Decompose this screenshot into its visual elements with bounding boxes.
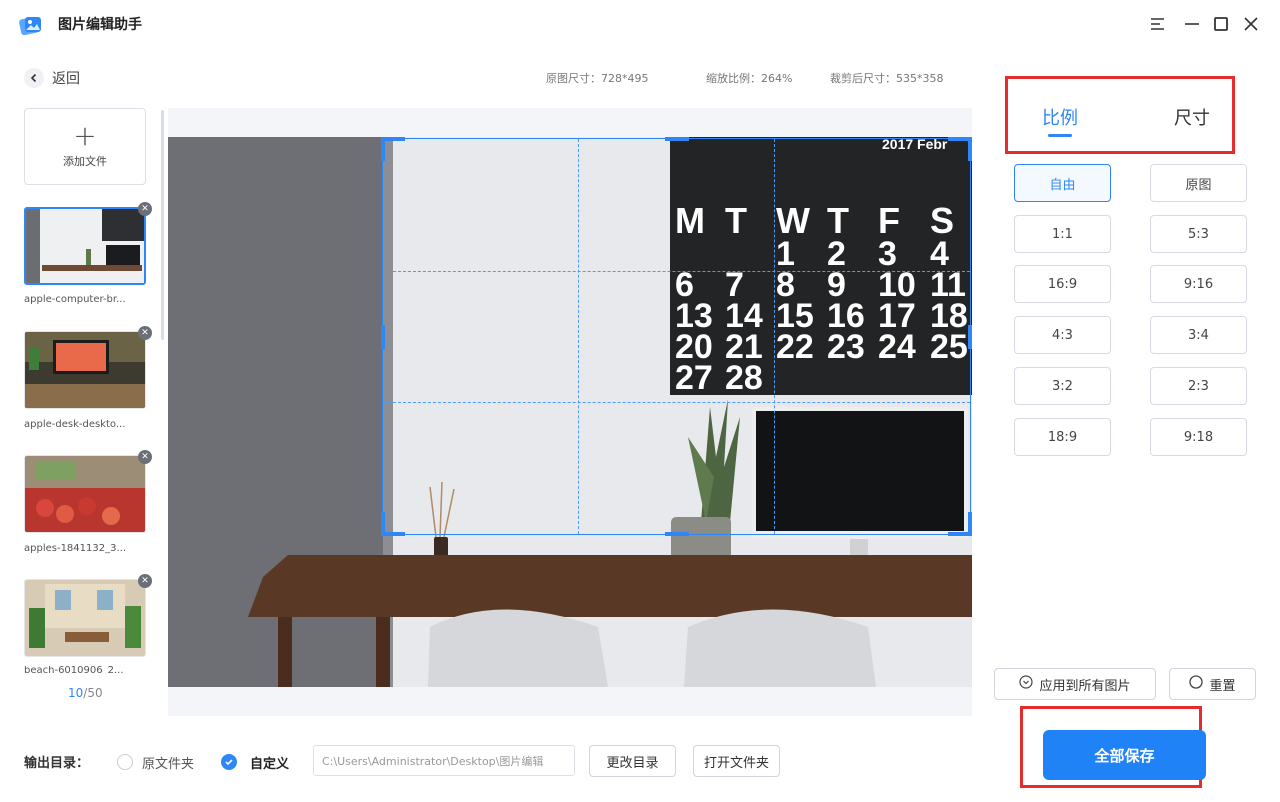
file-pager: 10/50 (68, 686, 103, 700)
file-thumbnail[interactable] (24, 331, 146, 409)
crop-handle-top-left[interactable] (381, 137, 385, 161)
title-bar: 图片编辑助手 (0, 0, 1280, 52)
save-all-button[interactable]: 全部保存 (1043, 730, 1206, 780)
ratio-option[interactable]: 原图 (1150, 164, 1247, 202)
ratio-option[interactable]: 9:16 (1150, 265, 1247, 303)
crop-handle-top-right[interactable] (968, 137, 972, 161)
original-size-text: 原图尺寸：728*495 (546, 72, 649, 85)
minimize-icon[interactable] (1178, 10, 1206, 38)
ratio-option[interactable]: 9:18 (1150, 418, 1247, 456)
crop-handle-bottom[interactable] (664, 532, 689, 536)
remove-file-icon[interactable]: ✕ (138, 202, 152, 216)
ratio-option[interactable]: 5:3 (1150, 215, 1247, 253)
tab-underline (1048, 134, 1072, 137)
maximize-icon[interactable] (1207, 10, 1235, 38)
open-folder-button[interactable]: 打开文件夹 (693, 745, 780, 777)
radio-custom-folder[interactable] (221, 754, 237, 770)
add-file-label: 添加文件 (63, 154, 107, 168)
back-button[interactable]: 返回 (24, 66, 80, 90)
app-title: 图片编辑助手 (58, 17, 142, 33)
file-thumbnail[interactable] (24, 207, 146, 285)
remove-file-icon[interactable]: ✕ (138, 326, 152, 340)
ratio-option[interactable]: 3:4 (1150, 316, 1247, 354)
crop-handle-right[interactable] (968, 324, 972, 349)
remove-file-icon[interactable]: ✕ (138, 450, 152, 464)
crop-grid-line (578, 139, 580, 534)
ratio-option[interactable]: 3:2 (1014, 367, 1111, 405)
apply-all-icon (1019, 675, 1034, 693)
cropped-size-text: 裁剪后尺寸：535*358 (830, 72, 944, 85)
tab-ratio[interactable]: 比例 (1042, 104, 1078, 130)
output-path-input[interactable] (313, 745, 575, 776)
file-name: apples-1841132_3... (24, 543, 127, 554)
crop-grid-line (383, 270, 970, 272)
file-thumbnail[interactable] (24, 455, 146, 533)
crop-handle-bottom-right[interactable] (968, 512, 972, 536)
close-icon[interactable] (1237, 10, 1265, 38)
apply-all-label: 应用到所有图片 (1039, 678, 1131, 694)
app-logo-icon (18, 12, 44, 38)
ratio-option[interactable]: 自由 (1014, 164, 1111, 202)
reset-icon (1189, 675, 1204, 693)
sidebar-scrollbar[interactable] (161, 110, 164, 340)
file-name: apple-desk-deskto... (24, 419, 126, 430)
radio-original-label: 原文件夹 (142, 757, 195, 772)
crop-handle-top[interactable] (664, 137, 689, 141)
ratio-option[interactable]: 18:9 (1014, 418, 1111, 456)
file-name: beach-6010906_2... (24, 666, 124, 673)
add-file-button[interactable]: + 添加文件 (24, 108, 146, 185)
crop-grid-line (383, 402, 970, 404)
apply-all-button[interactable]: 应用到所有图片 (994, 668, 1156, 700)
zoom-ratio-text: 缩放比例：264% (706, 72, 793, 85)
radio-original-folder[interactable] (117, 754, 133, 770)
ratio-option[interactable]: 4:3 (1014, 316, 1111, 354)
check-icon (225, 759, 233, 766)
reset-label: 重置 (1209, 678, 1236, 694)
chevron-left-icon (24, 68, 44, 88)
ratio-option[interactable]: 16:9 (1014, 265, 1111, 303)
tab-size[interactable]: 尺寸 (1174, 104, 1210, 130)
ratio-option[interactable]: 2:3 (1150, 367, 1247, 405)
plus-icon: + (73, 118, 97, 152)
crop-selection[interactable] (381, 137, 972, 536)
crop-handle-left[interactable] (381, 324, 385, 349)
crop-grid-line (773, 139, 775, 534)
output-dir-label: 输出目录： (24, 756, 90, 771)
back-label: 返回 (52, 71, 80, 87)
file-name: apple-computer-br... (24, 294, 126, 305)
change-dir-button[interactable]: 更改目录 (589, 745, 676, 777)
remove-file-icon[interactable]: ✕ (138, 574, 152, 588)
crop-handle-bottom-left[interactable] (381, 512, 385, 536)
file-thumbnail[interactable] (24, 579, 146, 657)
ratio-option[interactable]: 1:1 (1014, 215, 1111, 253)
menu-icon[interactable] (1144, 10, 1172, 38)
radio-custom-label: 自定义 (250, 757, 290, 772)
reset-button[interactable]: 重置 (1169, 668, 1256, 700)
